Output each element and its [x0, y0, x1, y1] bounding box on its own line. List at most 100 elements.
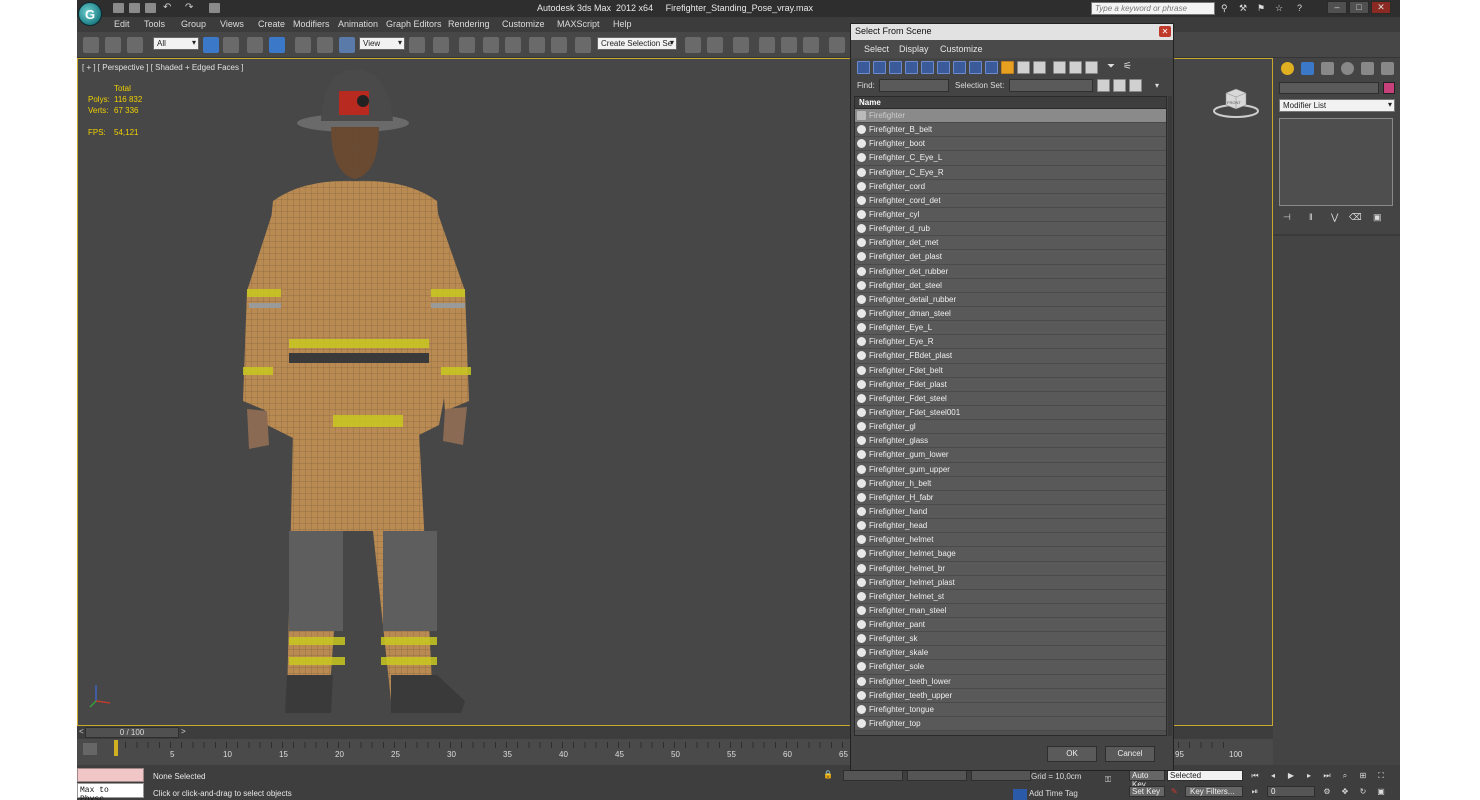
slider-next-icon[interactable]: >	[181, 727, 186, 736]
list-item[interactable]: Firefighter_hand	[855, 504, 1166, 520]
key-selection-dropdown[interactable]: Selected	[1167, 770, 1243, 781]
list-item[interactable]: Firefighter_boot	[855, 137, 1166, 152]
menu-customize[interactable]: Customize	[502, 19, 545, 29]
dialog-expand-icon[interactable]: ▾	[1155, 81, 1159, 90]
set-key-icon[interactable]: ✎	[1171, 787, 1178, 796]
list-item[interactable]: Firefighter_top	[855, 717, 1166, 732]
list-item[interactable]: Firefighter_C_Eye_L	[855, 151, 1166, 166]
create-tab-icon[interactable]	[1281, 62, 1294, 75]
list-item[interactable]: Firefighter_head	[855, 519, 1166, 534]
list-item[interactable]: Firefighter_detail_rubber	[855, 292, 1166, 307]
menu-help[interactable]: Help	[613, 19, 632, 29]
maxscript-mini-listener[interactable]: Max to Physc.	[77, 783, 144, 800]
curve-editor-icon[interactable]	[781, 37, 797, 53]
select-and-move-icon[interactable]	[295, 37, 311, 53]
display-all-icon[interactable]	[1053, 61, 1066, 74]
list-item[interactable]: Firefighter_helmet_plast	[855, 575, 1166, 590]
list-item[interactable]: Firefighter_B_belt	[855, 123, 1166, 138]
display-cameras-icon[interactable]	[905, 61, 918, 74]
list-item[interactable]: Firefighter_helmet_bage	[855, 547, 1166, 562]
list-item[interactable]: Firefighter_sk	[855, 632, 1166, 647]
list-item[interactable]: Firefighter	[855, 109, 1166, 124]
list-item[interactable]: Firefighter_skale	[855, 646, 1166, 661]
find-input[interactable]	[879, 79, 949, 92]
pan-view-icon[interactable]: ✥	[1339, 786, 1351, 797]
current-time-marker[interactable]	[114, 740, 118, 756]
list-item[interactable]: Firefighter_det_rubber	[855, 264, 1166, 279]
list-item[interactable]: Firefighter_helmet	[855, 533, 1166, 548]
menu-views[interactable]: Views	[220, 19, 244, 29]
configure-modifier-sets-icon[interactable]: ▣	[1373, 212, 1384, 223]
name-column-header[interactable]: Name	[855, 97, 1166, 109]
display-lights-icon[interactable]	[889, 61, 902, 74]
set-key-mode-icon[interactable]: ⚿	[1105, 775, 1111, 785]
menu-animation[interactable]: Animation	[338, 19, 378, 29]
list-item[interactable]: Firefighter_d_rub	[855, 222, 1166, 237]
maxscript-listener-input[interactable]	[77, 768, 144, 782]
list-item[interactable]: Firefighter_teeth_lower	[855, 674, 1166, 689]
zoom-all-icon[interactable]: ⊞	[1357, 770, 1369, 781]
key-filters-button[interactable]: Key Filters...	[1185, 786, 1243, 797]
display-xrefs-icon[interactable]	[969, 61, 982, 74]
list-item[interactable]: Firefighter_det_met	[855, 236, 1166, 251]
percent-snap-icon[interactable]	[529, 37, 545, 53]
open-mini-curve-editor-icon[interactable]	[83, 743, 97, 755]
menu-maxscript[interactable]: MAXScript	[557, 19, 600, 29]
list-item[interactable]: Firefighter_det_plast	[855, 250, 1166, 265]
next-frame-icon[interactable]: ▸	[1303, 770, 1315, 781]
search-input[interactable]: Type a keyword or phrase	[1091, 2, 1215, 15]
list-item[interactable]: Firefighter_tongue	[855, 702, 1166, 718]
display-hidden-icon[interactable]	[1033, 61, 1046, 74]
object-color-swatch[interactable]	[1383, 82, 1395, 94]
snaps-toggle-icon[interactable]	[483, 37, 499, 53]
list-item[interactable]: Firefighter_helmet_br	[855, 561, 1166, 576]
menu-group[interactable]: Group	[181, 19, 206, 29]
close-button[interactable]: ✕	[1371, 1, 1391, 14]
menu-edit[interactable]: Edit	[114, 19, 130, 29]
list-item[interactable]: Firefighter_helmet_st	[855, 589, 1166, 604]
set-key-button[interactable]: Set Key	[1129, 786, 1165, 797]
scene-object-list[interactable]: Name Firefighter Firefighter_B_belt Firefi…	[854, 96, 1167, 736]
utilities-tab-icon[interactable]	[1381, 62, 1394, 75]
slider-prev-icon[interactable]: <	[79, 727, 84, 736]
list-item[interactable]: Firefighter_FBdet_plast	[855, 349, 1166, 364]
key-mode-toggle-icon[interactable]: ⏯	[1249, 786, 1261, 797]
list-item[interactable]: Firefighter_Eye_L	[855, 321, 1166, 336]
y-coordinate-field[interactable]	[907, 770, 967, 781]
maximize-button[interactable]: □	[1349, 1, 1369, 14]
select-and-link-icon[interactable]	[83, 37, 99, 53]
layer-manager-icon[interactable]	[733, 37, 749, 53]
communication-icon[interactable]: ⚑	[1257, 3, 1267, 13]
menu-graph-editors[interactable]: Graph Editors	[386, 19, 442, 29]
select-and-scale-icon[interactable]	[339, 37, 355, 53]
list-item[interactable]: Firefighter_sole	[855, 660, 1166, 675]
undo-icon[interactable]: ↶	[163, 3, 174, 13]
dialog-menu-select[interactable]: Select	[864, 44, 889, 54]
zoom-extents-icon[interactable]: ⛶	[1375, 770, 1387, 781]
graphite-ribbon-icon[interactable]	[759, 37, 775, 53]
x-coordinate-field[interactable]	[843, 770, 903, 781]
angle-snap-icon[interactable]	[505, 37, 521, 53]
current-frame-field[interactable]: 0	[1267, 786, 1315, 797]
rectangular-selection-icon[interactable]	[247, 37, 263, 53]
select-and-rotate-icon[interactable]	[317, 37, 333, 53]
select-all-list-icon[interactable]	[1097, 79, 1110, 92]
list-item[interactable]: Firefighter_gl	[855, 420, 1166, 435]
motion-tab-icon[interactable]	[1341, 62, 1354, 75]
select-manipulate-icon[interactable]	[433, 37, 449, 53]
dialog-menu-customize[interactable]: Customize	[940, 44, 983, 54]
display-none-icon[interactable]	[1069, 61, 1082, 74]
remove-modifier-icon[interactable]: ⌫	[1349, 212, 1362, 223]
edit-named-selection-icon[interactable]	[575, 37, 591, 53]
save-file-icon[interactable]	[145, 3, 156, 13]
selection-filter-dropdown[interactable]: All	[153, 37, 199, 50]
pin-stack-icon[interactable]: ⊣	[1283, 212, 1294, 223]
list-item[interactable]: Firefighter_Fdet_steel001	[855, 405, 1166, 421]
new-file-icon[interactable]	[113, 3, 124, 13]
redo-icon[interactable]: ↷	[185, 3, 196, 13]
lock-selection-icon[interactable]: 🔒	[823, 770, 833, 779]
list-item[interactable]: Firefighter_h_belt	[855, 476, 1166, 491]
modify-tab-icon[interactable]	[1301, 62, 1314, 75]
favorites-star-icon[interactable]: ☆	[1275, 3, 1285, 13]
list-item[interactable]: Firefighter_teeth_upper	[855, 688, 1166, 703]
